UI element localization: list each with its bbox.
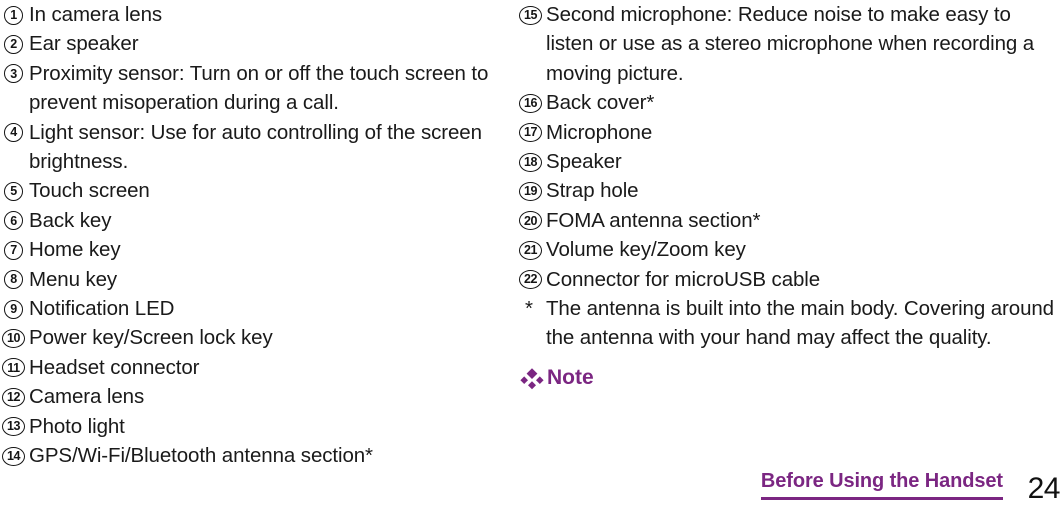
part-item: 18 Speaker: [519, 147, 1063, 176]
part-item: 6 Back key: [2, 206, 514, 235]
part-number-badge: 19: [519, 181, 542, 201]
note-label: Note: [547, 365, 594, 389]
part-label: Home key: [29, 238, 121, 262]
part-label: Camera lens: [29, 385, 145, 409]
part-item: 8 Menu key: [2, 265, 514, 294]
part-item: 10 Power key/Screen lock key: [2, 323, 514, 352]
part-item: 19 Strap hole: [519, 176, 1063, 205]
part-number-badge: 12: [2, 387, 25, 407]
part-label: Menu key: [29, 267, 118, 291]
part-number-badge: 3: [4, 64, 23, 84]
part-number-badge: 7: [4, 240, 23, 260]
part-item: 21 Volume key/Zoom key: [519, 235, 1063, 264]
part-label: Strap hole: [546, 179, 639, 203]
part-number-badge: 9: [4, 299, 23, 319]
part-number-badge: 13: [2, 417, 25, 437]
left-column: 1 In camera lens 2 Ear speaker 3 Proximity se…: [2, 0, 514, 471]
part-label: Light sensor: Use for auto controlling o…: [29, 120, 482, 174]
right-column: 15 Second microphone: Reduce noise to mak…: [519, 0, 1063, 391]
part-number-badge: 16: [519, 93, 542, 113]
part-item: 20 FOMA antenna section*: [519, 206, 1063, 235]
manual-page: 1 In camera lens 2 Ear speaker 3 Proximity se…: [0, 0, 1063, 510]
part-number-badge: 15: [519, 5, 542, 25]
antenna-footnote: * The antenna is built into the main bod…: [519, 294, 1063, 353]
part-item: 2 Ear speaker: [2, 29, 514, 58]
part-number-badge: 4: [4, 123, 23, 143]
part-number-badge: 22: [519, 270, 542, 290]
part-number-badge: 6: [4, 211, 23, 231]
part-number-badge: 18: [519, 152, 542, 172]
part-label: Notification LED: [29, 297, 175, 321]
part-label: Touch screen: [29, 179, 150, 203]
part-item: 11 Headset connector: [2, 353, 514, 382]
footnote-asterisk: *: [525, 297, 533, 321]
part-label: Power key/Screen lock key: [29, 326, 273, 350]
part-number-badge: 5: [4, 181, 23, 201]
note-heading: Note: [519, 365, 1063, 391]
footer-page-number: 24: [1027, 472, 1061, 505]
part-item: 1 In camera lens: [2, 0, 514, 29]
part-label: Back key: [29, 208, 112, 232]
part-label: Headset connector: [29, 355, 200, 379]
part-label: Volume key/Zoom key: [546, 238, 746, 262]
part-item: 5 Touch screen: [2, 176, 514, 205]
part-label: Proximity sensor: Turn on or off the tou…: [29, 61, 489, 115]
part-item: 9 Notification LED: [2, 294, 514, 323]
part-item: 3 Proximity sensor: Turn on or off the to…: [2, 59, 514, 118]
part-number-badge: 8: [4, 270, 23, 290]
parts-list-right: 15 Second microphone: Reduce noise to mak…: [519, 0, 1063, 294]
part-item: 12 Camera lens: [2, 382, 514, 411]
footer-section-title: Before Using the Handset: [760, 469, 1003, 500]
part-item: 16 Back cover*: [519, 88, 1063, 117]
part-number-badge: 20: [519, 211, 542, 231]
diamond-cluster-icon: [520, 368, 544, 390]
part-item: 7 Home key: [2, 235, 514, 264]
part-label: Photo light: [29, 414, 125, 438]
part-item: 15 Second microphone: Reduce noise to mak…: [519, 0, 1063, 88]
part-label: Second microphone: Reduce noise to make …: [546, 3, 1035, 85]
part-label: Microphone: [546, 120, 653, 144]
part-number-badge: 17: [519, 123, 542, 143]
page-footer: Before Using the Handset 24: [0, 458, 1063, 510]
parts-list-left: 1 In camera lens 2 Ear speaker 3 Proximity se…: [2, 0, 514, 471]
part-item: 13 Photo light: [2, 412, 514, 441]
part-item: 17 Microphone: [519, 118, 1063, 147]
part-number-badge: 1: [4, 5, 23, 25]
part-label: Ear speaker: [29, 32, 139, 56]
part-label: In camera lens: [29, 3, 163, 26]
part-label: Connector for microUSB cable: [546, 267, 821, 291]
part-label: FOMA antenna section*: [546, 208, 761, 232]
part-number-badge: 10: [2, 328, 25, 348]
part-item: 22 Connector for microUSB cable: [519, 265, 1063, 294]
footnote-text: The antenna is built into the main body.…: [546, 297, 1054, 350]
part-label: Speaker: [546, 150, 622, 174]
part-item: 4 Light sensor: Use for auto controlling …: [2, 118, 514, 177]
part-number-badge: 2: [4, 34, 23, 54]
part-number-badge: 11: [2, 358, 25, 378]
part-number-badge: 21: [519, 240, 542, 260]
part-label: Back cover*: [546, 91, 655, 115]
